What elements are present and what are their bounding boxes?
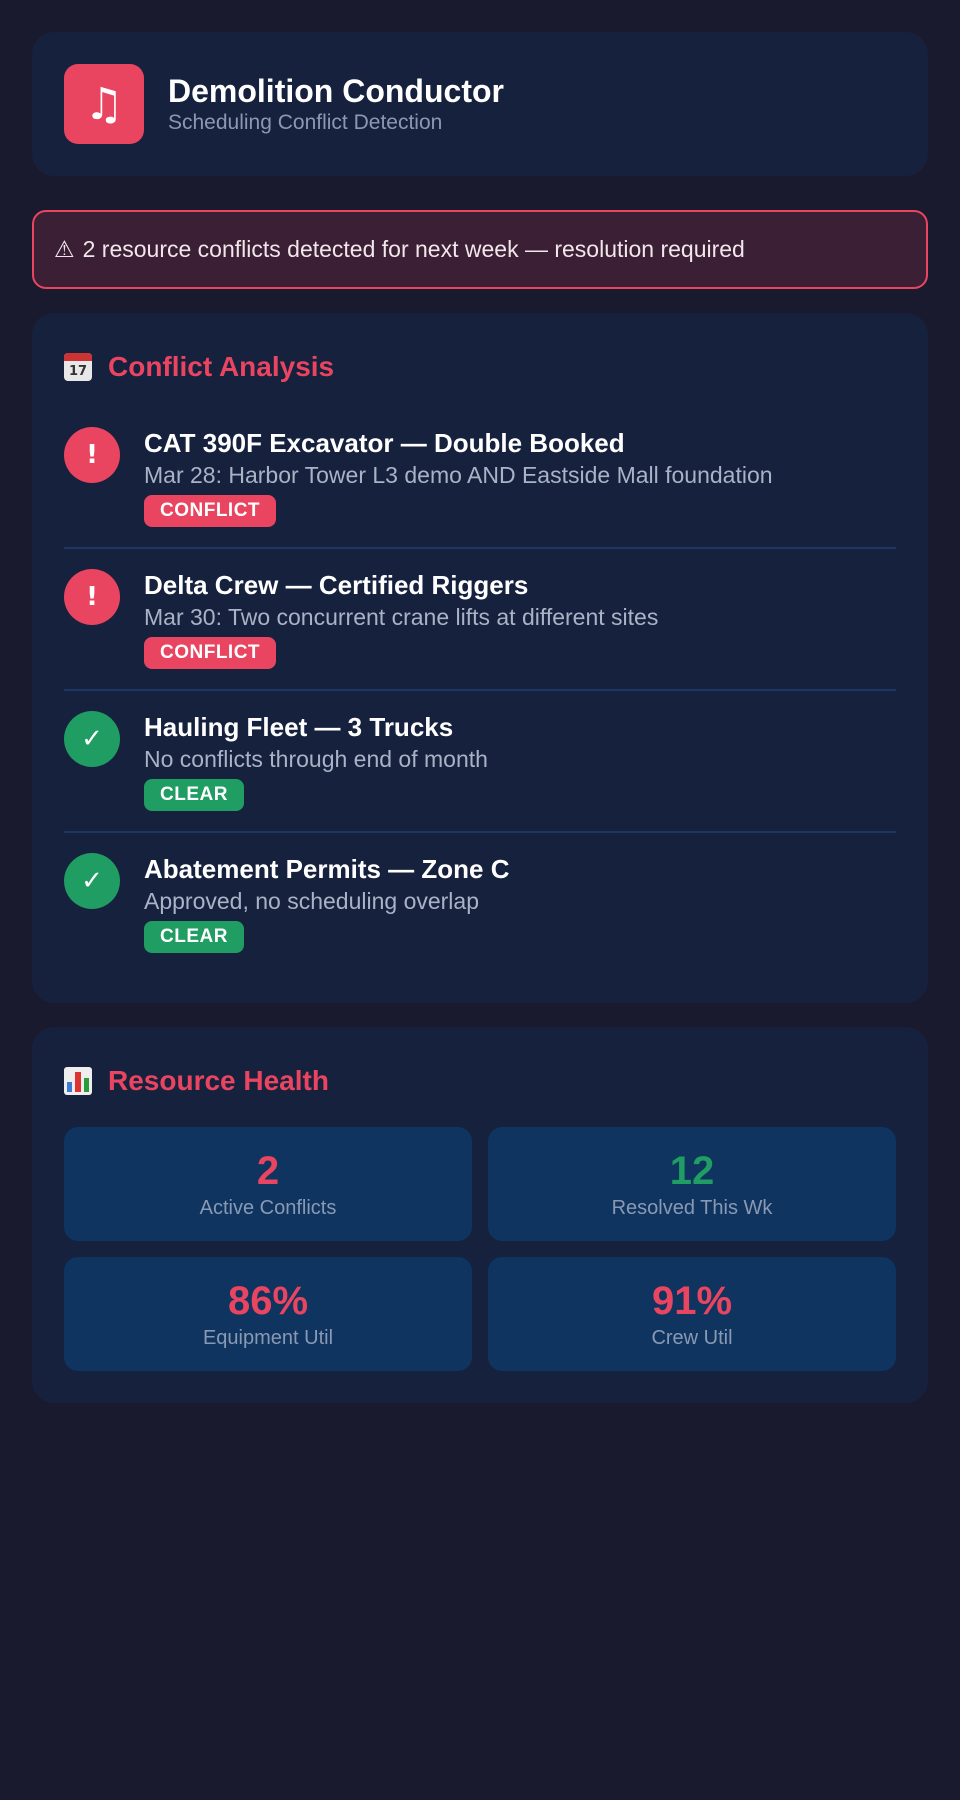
conflict-item[interactable]: ! CAT 390F Excavator — Double Booked Mar… bbox=[64, 413, 896, 549]
status-badge: CLEAR bbox=[144, 921, 244, 953]
status-badge: CLEAR bbox=[144, 779, 244, 811]
alert-text: 2 resource conflicts detected for next w… bbox=[82, 236, 745, 262]
page: ♫ Demolition Conductor Scheduling Confli… bbox=[0, 0, 960, 1435]
stat-value: 91% bbox=[651, 1278, 733, 1323]
conflict-analysis-section: 17 Conflict Analysis ! CAT 390F Excavato… bbox=[32, 313, 928, 1003]
checkmark-icon: ✓ bbox=[64, 853, 120, 909]
section-title: Resource Health bbox=[108, 1065, 329, 1096]
item-description: No conflicts through end of month bbox=[144, 746, 488, 772]
section-header: 17 Conflict Analysis bbox=[64, 351, 896, 383]
status-badge: CONFLICT bbox=[144, 495, 277, 527]
calendar-icon: 17 bbox=[64, 353, 92, 381]
section-title: Conflict Analysis bbox=[108, 351, 335, 382]
stat-tile-equipment-util[interactable]: 86% Equipment Util bbox=[64, 1257, 472, 1371]
stat-tile-resolved[interactable]: 12 Resolved This Wk bbox=[488, 1127, 896, 1241]
stat-label: Active Conflicts bbox=[199, 1196, 337, 1219]
stat-value: 86% bbox=[227, 1278, 309, 1323]
alert-icon: ! bbox=[64, 569, 120, 625]
checkmark-icon: ✓ bbox=[64, 711, 120, 767]
app-header: ♫ Demolition Conductor Scheduling Confli… bbox=[32, 32, 928, 176]
resource-health-section: Resource Health 2 Active Conflicts 12 Re… bbox=[32, 1027, 928, 1403]
stat-value: 12 bbox=[669, 1148, 715, 1193]
app-subtitle: Scheduling Conflict Detection bbox=[168, 111, 443, 134]
stat-label: Resolved This Wk bbox=[611, 1196, 773, 1219]
stats-grid: 2 Active Conflicts 12 Resolved This Wk 8… bbox=[64, 1127, 896, 1371]
alert-icon: ! bbox=[64, 427, 120, 483]
stat-tile-crew-util[interactable]: 91% Crew Util bbox=[488, 1257, 896, 1371]
item-title: Abatement Permits — Zone C bbox=[144, 854, 510, 884]
item-description: Mar 28: Harbor Tower L3 demo AND Eastsid… bbox=[144, 462, 773, 488]
conflict-item[interactable]: ✓ Abatement Permits — Zone C Approved, n… bbox=[64, 833, 896, 973]
conflict-item[interactable]: ✓ Hauling Fleet — 3 Trucks No conflicts … bbox=[64, 691, 896, 833]
item-description: Approved, no scheduling overlap bbox=[144, 888, 480, 914]
app-title: Demolition Conductor bbox=[168, 73, 504, 109]
stat-label: Equipment Util bbox=[202, 1326, 334, 1349]
section-header: Resource Health bbox=[64, 1065, 896, 1097]
item-title: Delta Crew — Certified Riggers bbox=[144, 570, 529, 600]
stat-label: Crew Util bbox=[651, 1326, 733, 1349]
conflict-item[interactable]: ! Delta Crew — Certified Riggers Mar 30:… bbox=[64, 549, 896, 691]
conflict-alert-banner[interactable]: ⚠ 2 resource conflicts detected for next… bbox=[32, 210, 928, 289]
music-note-icon: ♫ bbox=[64, 64, 144, 144]
item-title: CAT 390F Excavator — Double Booked bbox=[144, 428, 625, 458]
stat-value: 2 bbox=[256, 1148, 280, 1193]
item-title: Hauling Fleet — 3 Trucks bbox=[144, 712, 454, 742]
warning-icon: ⚠ bbox=[54, 236, 75, 263]
bar-chart-icon bbox=[64, 1067, 92, 1095]
status-badge: CONFLICT bbox=[144, 637, 277, 669]
stat-tile-active-conflicts[interactable]: 2 Active Conflicts bbox=[64, 1127, 472, 1241]
item-description: Mar 30: Two concurrent crane lifts at di… bbox=[144, 604, 659, 630]
